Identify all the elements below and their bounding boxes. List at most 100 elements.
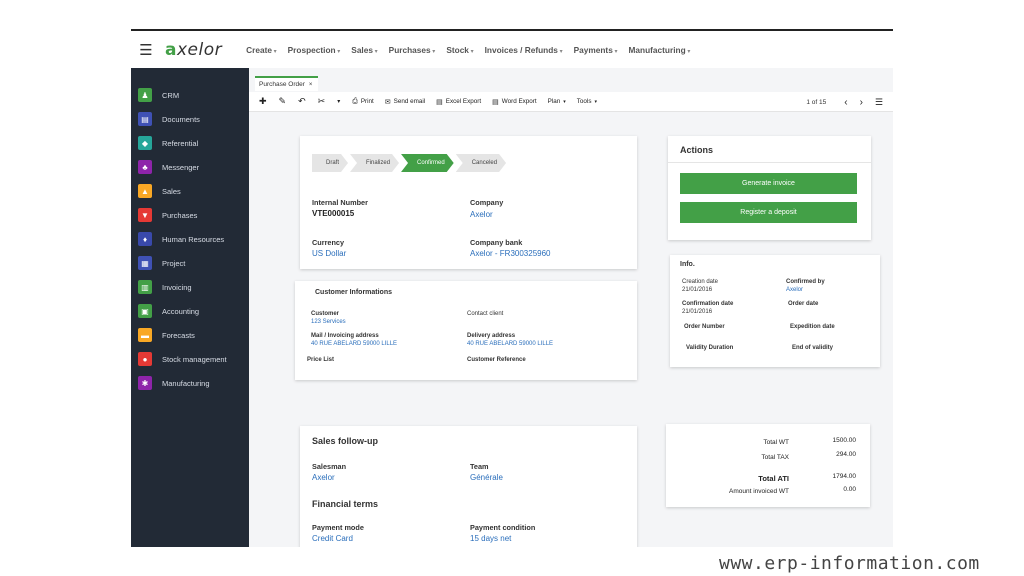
printer-icon: ⎙ [352,97,358,105]
menu-item-7[interactable]: Manufacturing [629,45,691,55]
payment-mode-link[interactable]: Credit Card [312,534,353,543]
status-step-1[interactable]: Finalized [350,154,399,172]
menu-item-3[interactable]: Purchases [389,45,436,55]
sidebar-item-label: Purchases [162,210,198,220]
sidebar-item-3[interactable]: ♣ Messenger [131,155,249,179]
logo-text: xelor [176,39,223,60]
sidebar-item-label: Invoicing [162,282,192,292]
menu-item-0[interactable]: Create [246,45,277,55]
order-header-card: Draft Finalized Confirmed Canceled Internal… [300,136,637,269]
salesman-link[interactable]: Axelor [312,473,335,482]
financial-terms-title: Financial terms [312,499,379,509]
mail-address-link[interactable]: 40 RUE ABELARD 59000 LILLE [311,341,397,347]
pager-text: 1 of 15 [806,98,827,106]
undo-icon[interactable]: ↶ [298,96,306,107]
print-button[interactable]: ⎙ Print [352,98,374,106]
tab-close-icon[interactable]: × [309,82,313,88]
gears-icon: ✱ [138,376,152,390]
status-step-3[interactable]: Canceled [456,154,506,172]
document-icon: ▤ [138,112,152,126]
list-view-icon[interactable]: ☰ [875,97,883,108]
total-tax-value: 294.00 [836,451,856,458]
customer-info-card: Customer Informations Customer 123 Servi… [295,281,637,380]
tab-bar: Purchase Order × [255,75,319,91]
internal-number-value: VTE000015 [312,209,355,218]
hamburger-menu-icon[interactable]: ☰ [131,41,161,59]
register-deposit-button[interactable]: Register a deposit [680,202,857,223]
team-link[interactable]: Générale [470,473,503,482]
chevron-down-icon: ▾ [563,98,566,105]
menu-item-5[interactable]: Invoices / Refunds [485,45,563,55]
menu-item-2[interactable]: Sales [351,45,377,55]
previous-record-icon[interactable]: ‹ [844,97,847,108]
chart-icon: ▲ [138,184,152,198]
sidebar-item-11[interactable]: ● Stock management [131,347,249,371]
delivery-address-link[interactable]: 40 RUE ABELARD 59000 LILLE [467,341,553,347]
confirmation-date-label: Confirmation date [682,301,734,307]
company-bank-link[interactable]: Axelor - FR300325960 [470,249,551,258]
status-step-0[interactable]: Draft [312,154,348,172]
tab-label: Purchase Order [259,81,305,88]
excel-export-button[interactable]: ▤ Excel Export [436,98,481,106]
menu-item-6[interactable]: Payments [574,45,618,55]
sidebar-item-0[interactable]: ♟ CRM [131,83,249,107]
customer-label: Customer [311,311,340,317]
sales-followup-card: Sales follow-up Salesman Axelor Team Gén… [300,426,637,547]
sidebar-item-10[interactable]: ▬ Forecasts [131,323,249,347]
cube-icon: ◆ [138,136,152,150]
status-step-2[interactable]: Confirmed [401,154,454,172]
edit-icon[interactable]: ✎ [279,96,287,107]
sidebar-item-label: Manufacturing [162,378,210,388]
creation-date-value: 21/01/2016 [682,287,713,293]
sidebar-item-1[interactable]: ▤ Documents [131,107,249,131]
sidebar-item-6[interactable]: ♦ Human Resources [131,227,249,251]
sidebar-item-9[interactable]: ▣ Accounting [131,299,249,323]
customer-link[interactable]: 123 Services [311,319,346,325]
sidebar-item-7[interactable]: ▦ Project [131,251,249,275]
generate-invoice-button[interactable]: Generate invoice [680,173,857,194]
creation-date-label: Creation date [682,279,719,285]
sidebar-item-2[interactable]: ◆ Referential [131,131,249,155]
currency-link[interactable]: US Dollar [312,249,346,258]
confirmed-by-link[interactable]: Axelor [786,287,803,293]
main-content: Purchase Order × ✚ ✎ ↶ ✂ ▾ ⎙ Print ✉ Send e… [249,68,893,547]
users-icon: ♣ [138,160,152,174]
send-email-button[interactable]: ✉ Send email [385,98,425,106]
add-icon[interactable]: ✚ [259,96,267,107]
app-logo[interactable]: axelor [165,40,222,60]
sidebar-item-4[interactable]: ▲ Sales [131,179,249,203]
attach-icon[interactable]: ✂ [318,96,326,107]
total-ati-label: Total ATI [758,474,789,483]
totals-card: Total WT 1500.00 Total TAX 294.00 Total … [666,424,870,507]
company-bank-label: Company bank [470,238,523,247]
tab-purchase-order[interactable]: Purchase Order × [255,76,319,91]
plan-dropdown[interactable]: Plan ▾ [548,98,566,105]
sidebar-item-label: CRM [162,90,180,100]
company-link[interactable]: Axelor [470,210,493,219]
end-of-validity-label: End of validity [792,345,834,351]
menu-item-4[interactable]: Stock [446,45,473,55]
word-export-button[interactable]: ▤ Word Export [492,98,537,106]
watermark-text: www.erp-information.com [719,553,980,574]
sidebar-item-8[interactable]: ▥ Invoicing [131,275,249,299]
next-record-icon[interactable]: › [860,97,863,108]
org-icon: ♦ [138,232,152,246]
menu-item-1[interactable]: Prospection [288,45,341,55]
more-dropdown-icon[interactable]: ▾ [337,98,340,105]
amount-invoiced-value: 0.00 [843,486,856,493]
salesman-label: Salesman [312,462,347,471]
total-wt-value: 1500.00 [832,437,857,444]
sidebar-item-label: Project [162,258,186,268]
cart-icon: ▼ [138,208,152,222]
internal-number-label: Internal Number [312,198,368,207]
tools-dropdown[interactable]: Tools ▾ [577,98,597,105]
sidebar-item-5[interactable]: ▼ Purchases [131,203,249,227]
payment-condition-link[interactable]: 15 days net [470,534,511,543]
order-number-label: Order Number [684,324,725,330]
payment-mode-label: Payment mode [312,523,364,532]
amount-invoiced-label: Amount invoiced WT [729,488,789,495]
price-list-label: Price List [307,357,335,363]
sales-followup-title: Sales follow-up [312,436,379,446]
customer-info-title: Customer Informations [315,289,393,296]
sidebar-item-12[interactable]: ✱ Manufacturing [131,371,249,395]
